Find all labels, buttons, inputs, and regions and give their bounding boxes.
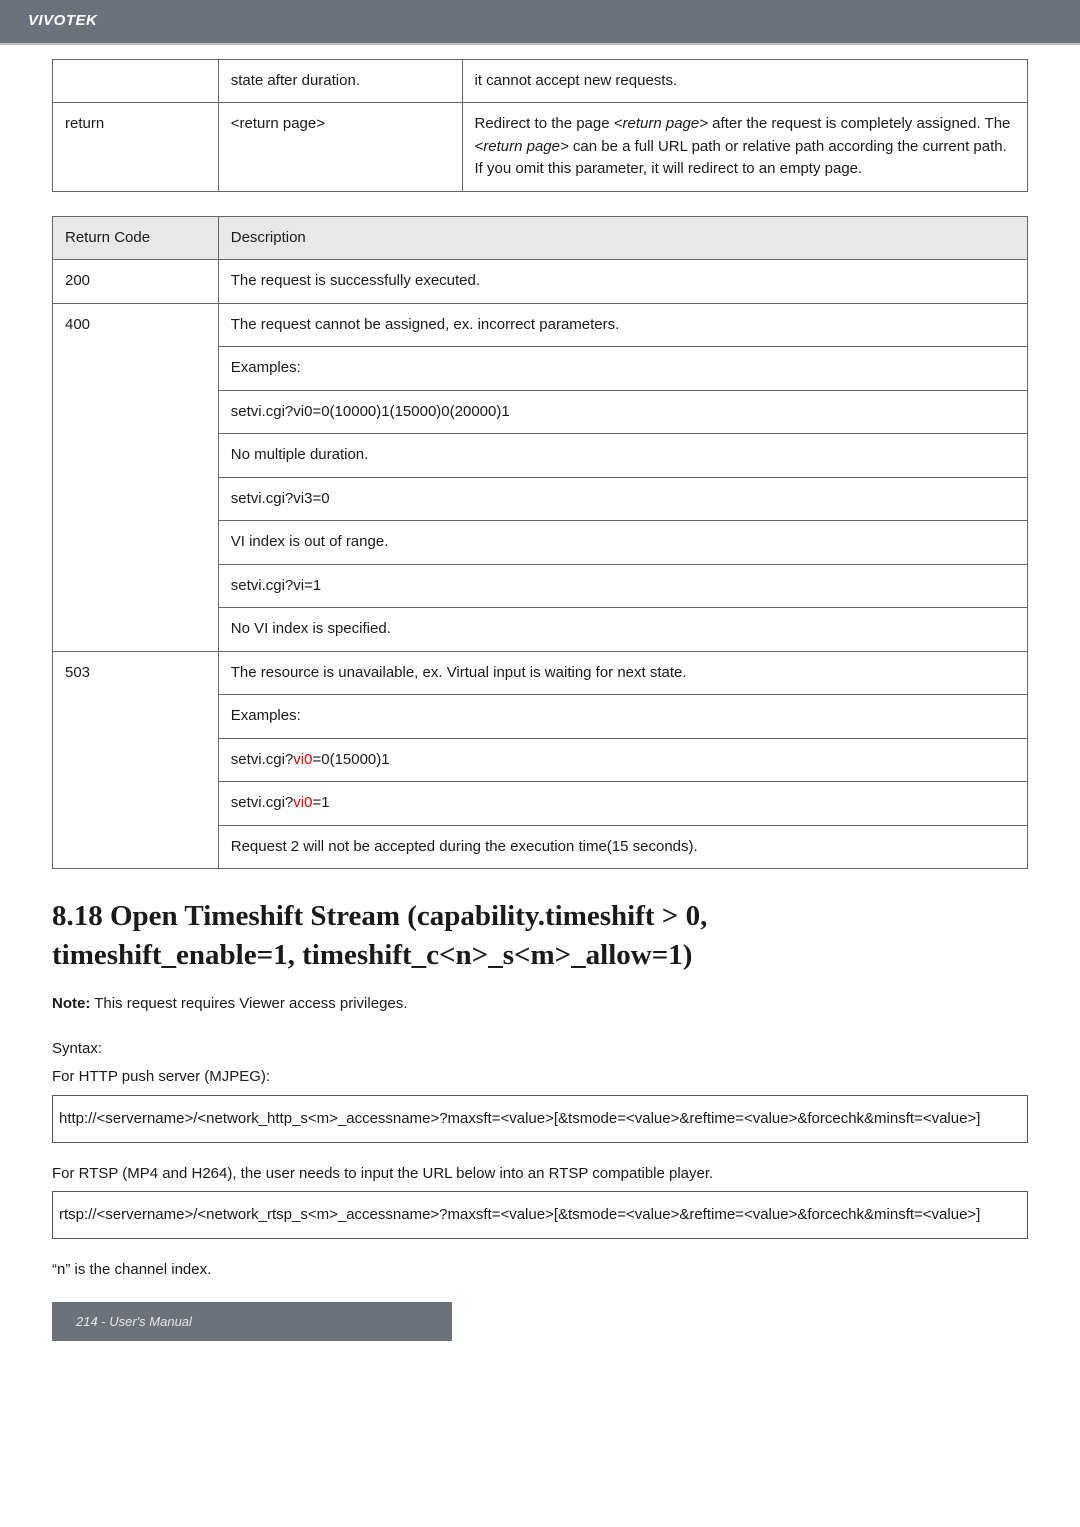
table-row: 503 The resource is unavailable, ex. Vir… — [53, 651, 1028, 695]
red-text: vi0 — [293, 751, 312, 768]
table-row: state after duration. it cannot accept n… — [53, 59, 1028, 103]
params-table: state after duration. it cannot accept n… — [52, 59, 1028, 192]
cell-desc: The request is successfully executed. — [218, 260, 1027, 304]
channel-note: “n” is the channel index. — [52, 1259, 1028, 1282]
table-row: return <return page> Redirect to the pag… — [53, 103, 1028, 192]
cell: state after duration. — [218, 59, 462, 103]
text: setvi.cgi? — [231, 794, 294, 811]
note-text: This request requires Viewer access priv… — [90, 995, 407, 1012]
text: Redirect to the page — [475, 115, 614, 132]
cell-desc: setvi.cgi?vi0=1 — [218, 782, 1027, 826]
col-header-code: Return Code — [53, 216, 219, 260]
cell-desc: No multiple duration. — [218, 434, 1027, 478]
rtsp-label: For RTSP (MP4 and H264), the user needs … — [52, 1163, 1028, 1186]
red-text: vi0 — [293, 794, 312, 811]
cell-desc: Request 2 will not be accepted during th… — [218, 825, 1027, 869]
section-heading: 8.18 Open Timeshift Stream (capability.t… — [52, 897, 1028, 975]
page-content: state after duration. it cannot accept n… — [0, 45, 1080, 1282]
cell: it cannot accept new requests. — [462, 59, 1028, 103]
cell-desc: setvi.cgi?vi3=0 — [218, 477, 1027, 521]
cell-code: 400 — [53, 303, 219, 651]
table-row: 200 The request is successfully executed… — [53, 260, 1028, 304]
cell-desc: VI index is out of range. — [218, 521, 1027, 565]
syntax-label: Syntax: — [52, 1038, 1028, 1061]
note-paragraph: Note: This request requires Viewer acces… — [52, 993, 1028, 1016]
cell-desc: setvi.cgi?vi=1 — [218, 564, 1027, 608]
cell: <return page> — [218, 103, 462, 192]
text: =1 — [312, 794, 329, 811]
cell-desc: No VI index is specified. — [218, 608, 1027, 652]
cell: return — [53, 103, 219, 192]
cell — [53, 59, 219, 103]
cell-code: 503 — [53, 651, 219, 869]
text: after the request is completely assigned… — [708, 115, 1010, 132]
cell-desc: setvi.cgi?vi0=0(15000)1 — [218, 738, 1027, 782]
cell-desc: The request cannot be assigned, ex. inco… — [218, 303, 1027, 347]
table-header-row: Return Code Description — [53, 216, 1028, 260]
rtsp-url-box: rtsp://<servername>/<network_rtsp_s<m>_a… — [52, 1191, 1028, 1239]
col-header-desc: Description — [218, 216, 1027, 260]
cell-desc: Examples: — [218, 695, 1027, 739]
heading-line1: 8.18 Open Timeshift Stream (capability.t… — [52, 900, 707, 932]
italic-text: <return page> — [614, 115, 708, 132]
cell: Redirect to the page <return page> after… — [462, 103, 1028, 192]
cell-desc: The resource is unavailable, ex. Virtual… — [218, 651, 1027, 695]
text: =0(15000)1 — [312, 751, 389, 768]
italic-text: <return page> — [475, 138, 569, 155]
page-footer: 214 - User's Manual — [52, 1302, 452, 1342]
cell-code: 200 — [53, 260, 219, 304]
heading-line2: timeshift_enable=1, timeshift_c<n>_s<m>_… — [52, 939, 692, 971]
return-code-table: Return Code Description 200 The request … — [52, 216, 1028, 870]
table-row: 400 The request cannot be assigned, ex. … — [53, 303, 1028, 347]
cell-desc: Examples: — [218, 347, 1027, 391]
brand-header: VIVOTEK — [0, 0, 1080, 45]
http-label: For HTTP push server (MJPEG): — [52, 1066, 1028, 1089]
cell-desc: setvi.cgi?vi0=0(10000)1(15000)0(20000)1 — [218, 390, 1027, 434]
note-label: Note: — [52, 995, 90, 1012]
http-url-box: http://<servername>/<network_http_s<m>_a… — [52, 1095, 1028, 1143]
text: setvi.cgi? — [231, 751, 294, 768]
